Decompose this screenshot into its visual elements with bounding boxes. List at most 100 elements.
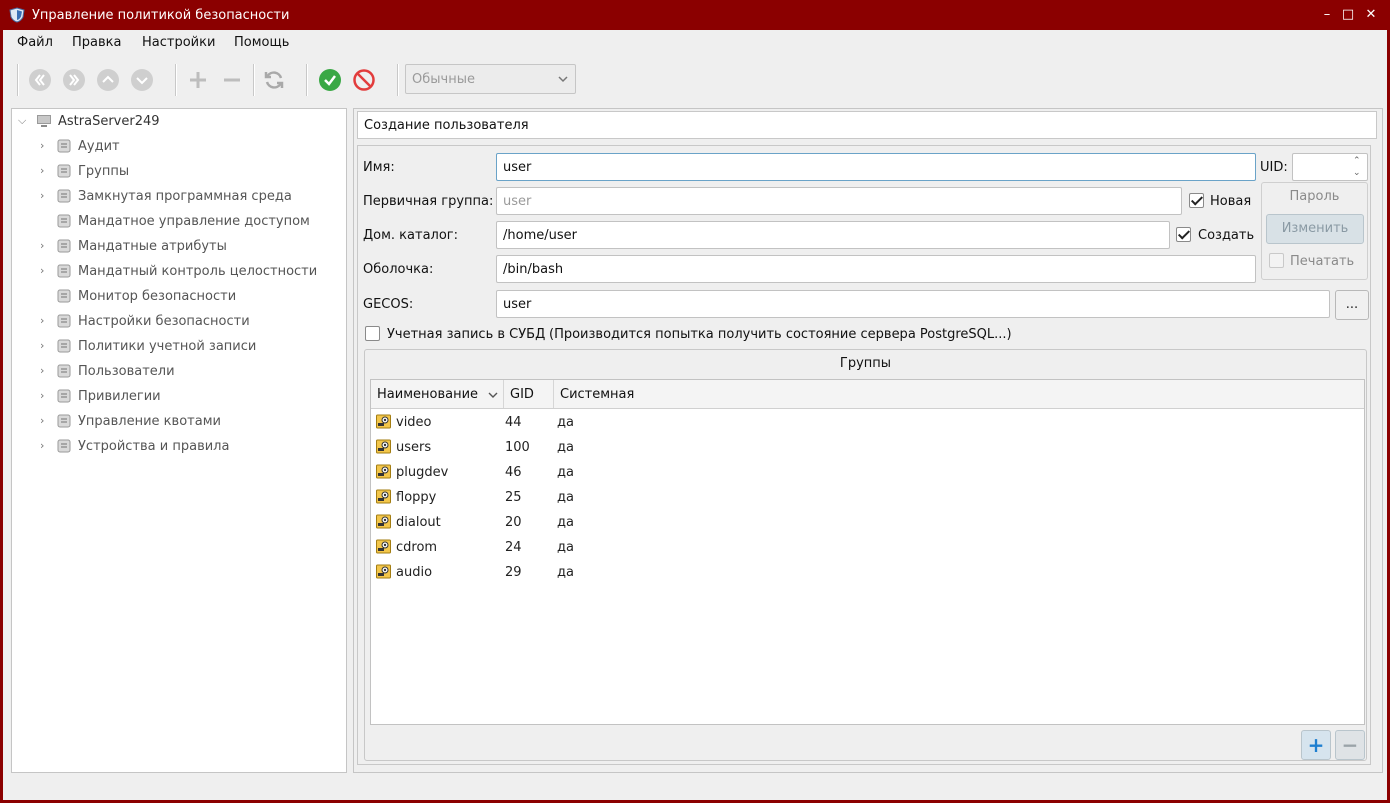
tree-item[interactable]: › Мандатные атрибуты (12, 234, 346, 259)
group-icon (376, 564, 391, 579)
spin-up-icon[interactable]: ⌃ (1353, 156, 1363, 166)
group-gid: 24 (505, 540, 522, 555)
new-group-label: Новая (1210, 194, 1252, 209)
home-field[interactable]: /home/user (496, 221, 1170, 249)
change-password-button[interactable]: Изменить (1266, 214, 1364, 244)
new-group-checkbox[interactable] (1189, 193, 1204, 208)
menu-bar: Файл Правка Настройки Помощь (3, 30, 1387, 56)
add-group-button[interactable]: + (1301, 730, 1331, 760)
uid-spinbox[interactable]: ⌃ ⌄ (1292, 153, 1368, 181)
create-home-checkbox[interactable] (1176, 227, 1191, 242)
group-gid: 29 (505, 565, 522, 580)
name-field[interactable]: user (496, 153, 1256, 181)
cancel-icon[interactable] (352, 68, 376, 92)
menu-edit[interactable]: Правка (72, 35, 121, 50)
close-icon[interactable]: ✕ (1362, 6, 1380, 24)
tree-item-label: Мандатное управление доступом (78, 214, 310, 229)
primary-group-field[interactable]: user (496, 187, 1182, 215)
toolbar-separator (175, 64, 177, 96)
chevron-down-icon (558, 76, 568, 83)
chevron-right-icon[interactable]: › (40, 265, 50, 277)
chevron-right-icon[interactable]: › (40, 340, 50, 352)
mode-select-value: Обычные (412, 72, 475, 87)
chevron-down-icon[interactable]: ⌵ (18, 115, 28, 127)
group-gid: 25 (505, 490, 522, 505)
group-gid: 44 (505, 415, 522, 430)
column-gid-label: GID (510, 387, 534, 402)
tree-item[interactable]: › Управление квотами (12, 409, 346, 434)
tree-item[interactable]: › Настройки безопасности (12, 309, 346, 334)
gecos-label: GECOS: (363, 297, 414, 312)
group-icon (376, 414, 391, 429)
group-gid: 46 (505, 465, 522, 480)
add-icon[interactable] (186, 68, 210, 92)
table-row[interactable]: users 100 да (371, 435, 1364, 460)
column-name[interactable]: Наименование (371, 380, 504, 408)
menu-file[interactable]: Файл (17, 35, 53, 50)
dbms-account-checkbox[interactable] (365, 326, 380, 341)
group-name: dialout (396, 515, 441, 530)
last-icon[interactable] (62, 68, 86, 92)
chevron-right-icon[interactable]: › (40, 190, 50, 202)
down-icon[interactable] (130, 68, 154, 92)
chevron-right-icon[interactable]: › (40, 390, 50, 402)
tree-item[interactable]: Монитор безопасности (12, 284, 346, 309)
table-row[interactable]: audio 29 да (371, 560, 1364, 585)
spin-down-icon[interactable]: ⌄ (1353, 168, 1363, 178)
tree-item[interactable]: › Политики учетной записи (12, 334, 346, 359)
first-icon[interactable] (28, 68, 52, 92)
table-row[interactable]: video 44 да (371, 410, 1364, 435)
title-bar[interactable]: Управление политикой безопасности – □ ✕ (0, 0, 1390, 30)
menu-help[interactable]: Помощь (234, 35, 289, 50)
tree-item[interactable]: › Замкнутая программная среда (12, 184, 346, 209)
toolbar: Обычные (3, 58, 1387, 102)
tree-item[interactable]: › Пользователи (12, 359, 346, 384)
refresh-icon[interactable] (262, 68, 286, 92)
chevron-right-icon[interactable]: › (40, 415, 50, 427)
table-row[interactable]: plugdev 46 да (371, 460, 1364, 485)
tree-item-label: Пользователи (78, 364, 175, 379)
table-row[interactable]: floppy 25 да (371, 485, 1364, 510)
column-system[interactable]: Системная (554, 380, 1364, 408)
print-checkbox[interactable] (1269, 253, 1284, 268)
gecos-more-button[interactable]: ... (1335, 290, 1369, 320)
tree-root[interactable]: ⌵ AstraServer249 (12, 109, 346, 134)
chevron-right-icon[interactable]: › (40, 440, 50, 452)
group-name: audio (396, 565, 433, 580)
tree-item[interactable]: › Мандатный контроль целостности (12, 259, 346, 284)
tree-item[interactable]: › Привилегии (12, 384, 346, 409)
group-system: да (557, 440, 574, 455)
maximize-icon[interactable]: □ (1339, 6, 1357, 24)
up-icon[interactable] (96, 68, 120, 92)
tree-item[interactable]: › Группы (12, 159, 346, 184)
table-row[interactable]: cdrom 24 да (371, 535, 1364, 560)
quota-icon (57, 414, 71, 428)
chevron-right-icon[interactable]: › (40, 140, 50, 152)
tree-item[interactable]: Мандатное управление доступом (12, 209, 346, 234)
tree-item[interactable]: › Устройства и правила (12, 434, 346, 459)
group-name: floppy (396, 490, 437, 505)
apply-icon[interactable] (318, 68, 342, 92)
group-system: да (557, 490, 574, 505)
home-label: Дом. каталог: (363, 228, 459, 243)
dbms-account-label: Учетная запись в СУБД (387, 327, 546, 342)
table-row[interactable]: dialout 20 да (371, 510, 1364, 535)
remove-group-button[interactable]: − (1335, 730, 1365, 760)
remove-icon[interactable] (220, 68, 244, 92)
gecos-field[interactable]: user (496, 290, 1330, 318)
chevron-right-icon[interactable]: › (40, 240, 50, 252)
tree-item-label: Устройства и правила (78, 439, 230, 454)
tree-item[interactable]: › Аудит (12, 134, 346, 159)
minimize-icon[interactable]: – (1318, 6, 1336, 24)
mode-select[interactable]: Обычные (405, 64, 576, 94)
home-field-value: /home/user (503, 228, 577, 243)
group-icon (376, 489, 391, 504)
chevron-right-icon[interactable]: › (40, 165, 50, 177)
column-gid[interactable]: GID (504, 380, 554, 408)
group-icon (376, 514, 391, 529)
menu-settings[interactable]: Настройки (142, 35, 215, 50)
chevron-right-icon[interactable]: › (40, 315, 50, 327)
chevron-right-icon[interactable]: › (40, 365, 50, 377)
shell-field[interactable]: /bin/bash (496, 255, 1256, 283)
window-title: Управление политикой безопасности (32, 8, 290, 23)
